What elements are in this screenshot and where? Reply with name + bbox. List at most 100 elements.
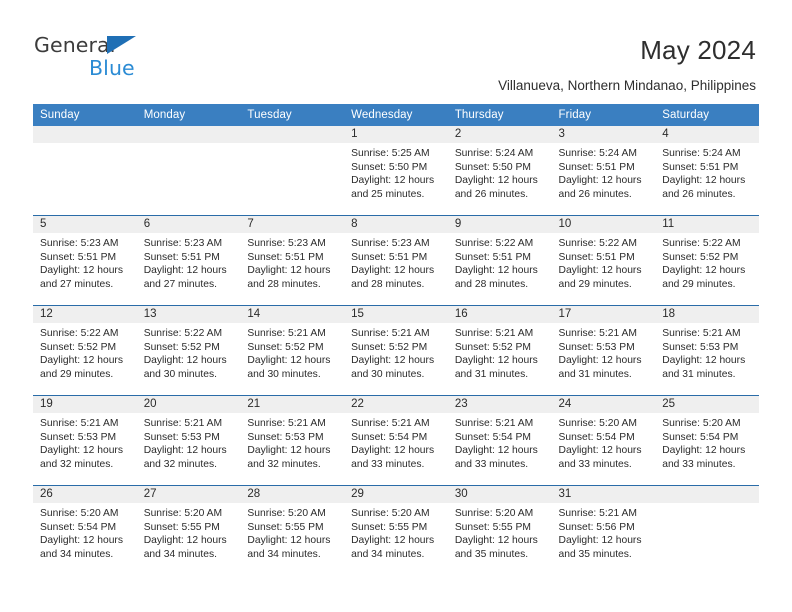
calendar-day-cell[interactable]: 21 Sunrise: 5:21 AM Sunset: 5:53 PM Dayligh… — [240, 395, 345, 486]
daylight-text-line2: and 33 minutes. — [662, 458, 736, 470]
sunset-text: Sunset: 5:55 PM — [351, 521, 428, 533]
day-number: 25 — [655, 396, 759, 413]
daylight-text-line1: Daylight: 12 hours — [558, 355, 642, 367]
calendar-day-cell[interactable]: 28 Sunrise: 5:20 AM Sunset: 5:55 PM Dayligh… — [240, 485, 345, 575]
calendar-week-row: 19 Sunrise: 5:21 AM Sunset: 5:53 PM Dayligh… — [33, 395, 759, 486]
sunrise-text: Sunrise: 5:25 AM — [351, 148, 430, 159]
day-number — [240, 126, 345, 143]
day-number: 26 — [33, 486, 137, 503]
calendar-day-cell[interactable]: 20 Sunrise: 5:21 AM Sunset: 5:53 PM Dayligh… — [136, 395, 241, 486]
daylight-text-line2: and 30 minutes. — [247, 368, 321, 380]
sunrise-text: Sunrise: 5:21 AM — [351, 418, 430, 429]
sunrise-text: Sunrise: 5:20 AM — [662, 418, 741, 429]
calendar-day-cell[interactable]: 1 Sunrise: 5:25 AM Sunset: 5:50 PM Daylight… — [344, 126, 448, 216]
daylight-text-line1: Daylight: 12 hours — [662, 445, 746, 457]
sunset-text: Sunset: 5:52 PM — [247, 341, 324, 353]
calendar-day-cell[interactable]: 10 Sunrise: 5:22 AM Sunset: 5:51 PM Dayligh… — [551, 215, 656, 306]
calendar-day-cell[interactable]: 30 Sunrise: 5:20 AM Sunset: 5:55 PM Dayligh… — [447, 485, 552, 575]
sunset-text: Sunset: 5:51 PM — [40, 251, 117, 263]
calendar-week-row: 12 Sunrise: 5:22 AM Sunset: 5:52 PM Dayligh… — [33, 305, 759, 396]
calendar-day-cell[interactable]: 6 Sunrise: 5:23 AM Sunset: 5:51 PM Daylight… — [136, 215, 241, 306]
daylight-text-line1: Daylight: 12 hours — [143, 445, 227, 457]
daylight-text-line1: Daylight: 12 hours — [40, 445, 123, 457]
day-number: 29 — [344, 486, 448, 503]
calendar-grid: Sunday Monday Tuesday Wednesday Thursday… — [33, 104, 759, 575]
sunset-text: Sunset: 5:55 PM — [247, 521, 324, 533]
calendar-day-cell[interactable]: 22 Sunrise: 5:21 AM Sunset: 5:54 PM Dayligh… — [344, 395, 448, 486]
calendar-day-cell[interactable]: 31 Sunrise: 5:21 AM Sunset: 5:56 PM Dayligh… — [551, 485, 656, 575]
day-number: 8 — [344, 216, 448, 233]
daylight-text-line1: Daylight: 12 hours — [351, 535, 435, 547]
day-details: Sunrise: 5:21 AM Sunset: 5:52 PM Daylight:… — [344, 323, 448, 381]
calendar-day-cell[interactable]: 27 Sunrise: 5:20 AM Sunset: 5:55 PM Dayligh… — [136, 485, 241, 575]
day-number: 23 — [447, 396, 552, 413]
sunrise-text: Sunrise: 5:20 AM — [143, 508, 223, 519]
sunset-text: Sunset: 5:53 PM — [40, 431, 117, 443]
sunrise-text: Sunrise: 5:21 AM — [247, 328, 326, 339]
sunset-text: Sunset: 5:55 PM — [143, 521, 220, 533]
sunset-text: Sunset: 5:52 PM — [454, 341, 531, 353]
calendar-day-cell[interactable]: 18 Sunrise: 5:21 AM Sunset: 5:53 PM Dayligh… — [655, 305, 759, 396]
sunset-text: Sunset: 5:54 PM — [662, 431, 739, 443]
calendar-day-cell[interactable]: 23 Sunrise: 5:21 AM Sunset: 5:54 PM Dayligh… — [447, 395, 552, 486]
day-details: Sunrise: 5:20 AM Sunset: 5:54 PM Daylight:… — [552, 413, 656, 471]
day-number — [136, 126, 241, 143]
day-details: Sunrise: 5:21 AM Sunset: 5:52 PM Daylight:… — [448, 323, 552, 381]
calendar-day-cell[interactable]: 29 Sunrise: 5:20 AM Sunset: 5:55 PM Dayligh… — [344, 485, 448, 575]
calendar-day-cell[interactable]: 4 Sunrise: 5:24 AM Sunset: 5:51 PM Daylight… — [655, 126, 759, 216]
daylight-text-line2: and 29 minutes. — [558, 278, 632, 290]
calendar-day-cell[interactable]: 9 Sunrise: 5:22 AM Sunset: 5:51 PM Daylight… — [447, 215, 552, 306]
calendar-day-cell[interactable]: 16 Sunrise: 5:21 AM Sunset: 5:52 PM Dayligh… — [447, 305, 552, 396]
day-details — [655, 503, 759, 507]
day-number: 11 — [655, 216, 759, 233]
calendar-day-cell[interactable]: 13 Sunrise: 5:22 AM Sunset: 5:52 PM Dayligh… — [136, 305, 241, 396]
sunrise-text: Sunrise: 5:22 AM — [558, 238, 637, 249]
calendar-day-cell[interactable]: 19 Sunrise: 5:21 AM Sunset: 5:53 PM Dayligh… — [33, 395, 137, 486]
day-details: Sunrise: 5:22 AM Sunset: 5:51 PM Daylight:… — [448, 233, 552, 291]
calendar-day-cell[interactable]: 8 Sunrise: 5:23 AM Sunset: 5:51 PM Daylight… — [344, 215, 448, 306]
calendar-body: 1 Sunrise: 5:25 AM Sunset: 5:50 PM Daylight… — [33, 126, 759, 575]
calendar-day-cell[interactable]: 26 Sunrise: 5:20 AM Sunset: 5:54 PM Dayligh… — [33, 485, 137, 575]
calendar-day-cell[interactable]: 2 Sunrise: 5:24 AM Sunset: 5:50 PM Daylight… — [447, 126, 552, 216]
daylight-text-line2: and 33 minutes. — [558, 458, 632, 470]
daylight-text-line2: and 32 minutes. — [40, 458, 114, 470]
sunrise-text: Sunrise: 5:21 AM — [40, 418, 119, 429]
day-details: Sunrise: 5:21 AM Sunset: 5:54 PM Daylight:… — [448, 413, 552, 471]
sunset-text: Sunset: 5:51 PM — [143, 251, 220, 263]
sunset-text: Sunset: 5:51 PM — [247, 251, 324, 263]
calendar-day-cell[interactable]: 17 Sunrise: 5:21 AM Sunset: 5:53 PM Dayligh… — [551, 305, 656, 396]
daylight-text-line2: and 35 minutes. — [558, 548, 632, 560]
calendar-day-cell[interactable]: 25 Sunrise: 5:20 AM Sunset: 5:54 PM Dayligh… — [655, 395, 759, 486]
day-number: 24 — [551, 396, 656, 413]
weekday-header-monday: Monday — [136, 104, 241, 126]
calendar-day-cell[interactable]: 14 Sunrise: 5:21 AM Sunset: 5:52 PM Dayligh… — [240, 305, 345, 396]
daylight-text-line2: and 28 minutes. — [351, 278, 425, 290]
calendar-day-cell[interactable]: 7 Sunrise: 5:23 AM Sunset: 5:51 PM Daylight… — [240, 215, 345, 306]
calendar-day-cell[interactable]: 3 Sunrise: 5:24 AM Sunset: 5:51 PM Daylight… — [551, 126, 656, 216]
weekday-header-friday: Friday — [551, 104, 656, 126]
day-details: Sunrise: 5:20 AM Sunset: 5:55 PM Daylight:… — [137, 503, 241, 561]
calendar-day-cell[interactable]: 5 Sunrise: 5:23 AM Sunset: 5:51 PM Daylight… — [33, 215, 137, 306]
daylight-text-line1: Daylight: 12 hours — [454, 355, 538, 367]
calendar-day-cell[interactable]: 12 Sunrise: 5:22 AM Sunset: 5:52 PM Dayligh… — [33, 305, 137, 396]
calendar-day-cell[interactable]: 15 Sunrise: 5:21 AM Sunset: 5:52 PM Dayligh… — [344, 305, 448, 396]
day-details: Sunrise: 5:22 AM Sunset: 5:52 PM Daylight:… — [33, 323, 137, 381]
daylight-text-line2: and 33 minutes. — [351, 458, 425, 470]
calendar-week-row: 1 Sunrise: 5:25 AM Sunset: 5:50 PM Daylight… — [33, 126, 759, 216]
calendar-day-cell[interactable]: 24 Sunrise: 5:20 AM Sunset: 5:54 PM Dayligh… — [551, 395, 656, 486]
daylight-text-line1: Daylight: 12 hours — [662, 355, 746, 367]
day-number: 22 — [344, 396, 448, 413]
sunset-text: Sunset: 5:52 PM — [40, 341, 117, 353]
day-number — [655, 486, 759, 503]
day-details: Sunrise: 5:21 AM Sunset: 5:53 PM Daylight:… — [552, 323, 656, 381]
day-details: Sunrise: 5:21 AM Sunset: 5:53 PM Daylight:… — [137, 413, 241, 471]
sunrise-text: Sunrise: 5:20 AM — [351, 508, 430, 519]
day-number: 14 — [240, 306, 345, 323]
daylight-text-line1: Daylight: 12 hours — [40, 265, 123, 277]
calendar-day-cell[interactable]: 11 Sunrise: 5:22 AM Sunset: 5:52 PM Dayligh… — [655, 215, 759, 306]
sunset-text: Sunset: 5:51 PM — [558, 251, 635, 263]
daylight-text-line2: and 34 minutes. — [247, 548, 321, 560]
logo-text-general: General — [34, 33, 116, 57]
generalblue-logo[interactable]: General Blue — [34, 33, 164, 81]
sunset-text: Sunset: 5:50 PM — [351, 161, 428, 173]
